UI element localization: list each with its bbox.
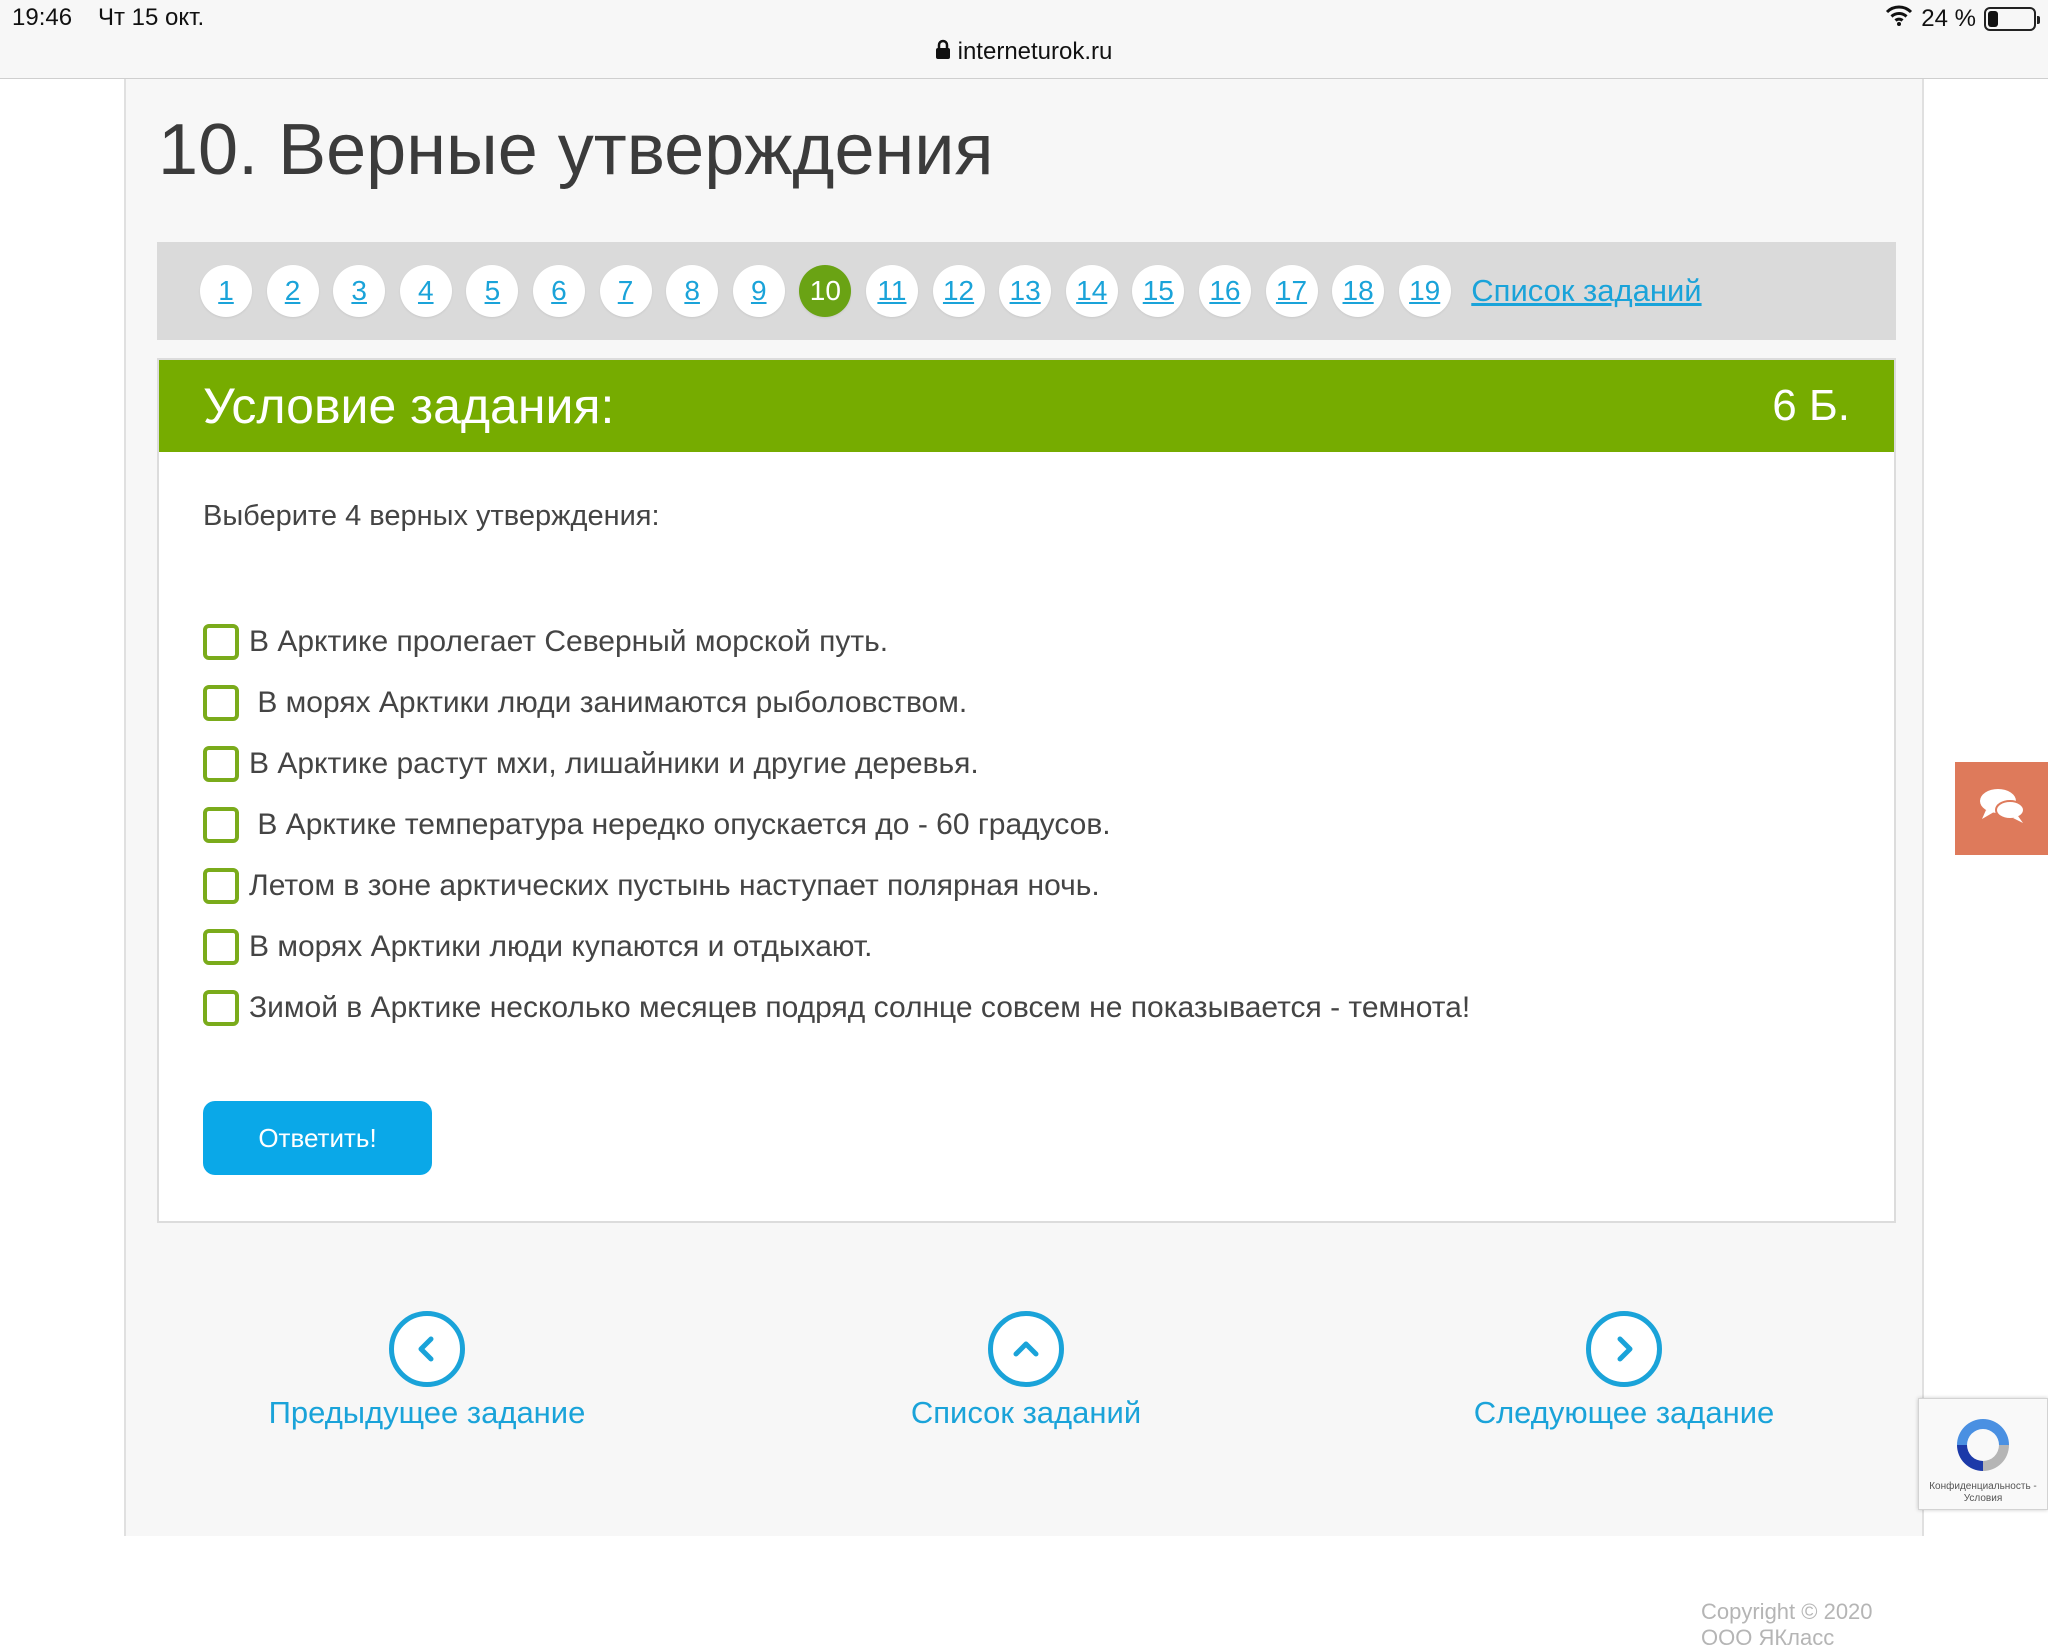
task-page-8[interactable]: 8 xyxy=(666,265,719,317)
task-page-7[interactable]: 7 xyxy=(599,265,652,317)
answer-option[interactable]: Зимой в Арктике несколько месяцев подряд… xyxy=(203,977,1470,1038)
battery-icon xyxy=(1984,6,2040,31)
answer-option-label: В морях Арктики люди занимаются рыболовс… xyxy=(249,685,968,719)
answer-checkbox[interactable] xyxy=(203,867,239,904)
next-task-link[interactable]: Следующее задание xyxy=(1424,1311,1824,1431)
task-page-9[interactable]: 9 xyxy=(732,265,785,317)
answer-option[interactable]: В Арктике температура нередко опускается… xyxy=(203,794,1470,855)
task-page-12[interactable]: 12 xyxy=(932,265,985,317)
task-list-link[interactable]: Список заданий xyxy=(1471,273,1701,309)
chevron-right-icon xyxy=(1586,1311,1662,1387)
page-content: 10. Верные утверждения 1 2 3 4 5 6 7 8 9… xyxy=(124,79,1924,1650)
answer-checkbox[interactable] xyxy=(203,623,239,660)
page-title: 10. Верные утверждения xyxy=(158,110,994,190)
answer-option[interactable]: В Арктике пролегает Северный морской пут… xyxy=(203,611,1470,672)
recaptcha-icon xyxy=(1951,1413,2015,1477)
answer-checkbox[interactable] xyxy=(203,806,239,843)
next-task-label: Следующее задание xyxy=(1473,1395,1775,1430)
answer-option[interactable]: В морях Арктики люди купаются и отдыхают… xyxy=(203,916,1470,977)
previous-task-label: Предыдущее задание xyxy=(268,1395,586,1430)
task-page-16[interactable]: 16 xyxy=(1198,265,1251,317)
task-page-5[interactable]: 5 xyxy=(466,265,519,317)
answer-option-label: В морях Арктики люди купаются и отдыхают… xyxy=(249,929,873,963)
url-text: interneturok.ru xyxy=(957,38,1113,65)
task-page-18[interactable]: 18 xyxy=(1332,265,1385,317)
chat-icon xyxy=(1978,786,2026,831)
answer-option[interactable]: Летом в зоне арктических пустынь наступа… xyxy=(203,855,1470,916)
task-list-bottom-label: Список заданий xyxy=(910,1395,1142,1430)
recaptcha-text: Конфиденциальность - Условия xyxy=(1929,1481,2037,1504)
answer-option-label: Летом в зоне арктических пустынь наступа… xyxy=(249,868,1100,902)
previous-task-link[interactable]: Предыдущее задание xyxy=(227,1311,627,1431)
answer-button[interactable]: Ответить! xyxy=(203,1101,432,1175)
copyright-text: Copyright © 2020 ООО ЯКласс xyxy=(1701,1599,1873,1650)
task-page-17[interactable]: 17 xyxy=(1265,265,1318,317)
task-page-19[interactable]: 19 xyxy=(1398,265,1451,317)
recaptcha-badge[interactable]: Конфиденциальность - Условия xyxy=(1918,1398,2048,1510)
task-page-6[interactable]: 6 xyxy=(532,265,585,317)
chevron-up-icon xyxy=(988,1311,1064,1387)
task-page-11[interactable]: 11 xyxy=(865,265,918,317)
task-page-2[interactable]: 2 xyxy=(266,265,319,317)
task-condition-title: Условие задания: xyxy=(203,378,615,434)
chevron-left-icon xyxy=(389,1311,465,1387)
answer-checkbox[interactable] xyxy=(203,989,239,1026)
task-pagination: 1 2 3 4 5 6 7 8 9 10 11 12 13 14 15 16 1… xyxy=(157,242,1896,340)
task-points: 6 Б. xyxy=(1772,381,1850,430)
answer-option[interactable]: В морях Арктики люди занимаются рыболовс… xyxy=(203,672,1470,733)
answer-options: В Арктике пролегает Северный морской пут… xyxy=(203,611,1470,1038)
status-indicators: 24 % xyxy=(1885,4,2040,33)
answer-checkbox[interactable] xyxy=(203,684,239,721)
task-page-3[interactable]: 3 xyxy=(333,265,386,317)
status-time: 19:46 xyxy=(12,4,73,31)
answer-option-label: Зимой в Арктике несколько месяцев подряд… xyxy=(249,990,1471,1024)
status-date: Чт 15 окт. xyxy=(98,4,205,31)
answer-checkbox[interactable] xyxy=(203,928,239,965)
chat-widget-button[interactable] xyxy=(1955,762,2048,855)
answer-option-label: В Арктике пролегает Северный морской пут… xyxy=(249,624,889,658)
lock-icon xyxy=(935,38,950,66)
status-bar: 19:46 Чт 15 окт. 24 % interneturok.ru xyxy=(0,0,2048,79)
answer-option-label: В Арктике температура нередко опускается… xyxy=(249,807,1111,841)
address-bar[interactable]: interneturok.ru xyxy=(0,38,2048,66)
answer-option[interactable]: В Арктике растут мхи, лишайники и другие… xyxy=(203,733,1470,794)
task-page-15[interactable]: 15 xyxy=(1132,265,1185,317)
task-list-bottom-link[interactable]: Список заданий xyxy=(826,1311,1226,1431)
task-page-10-active[interactable]: 10 xyxy=(799,265,852,317)
task-page-1[interactable]: 1 xyxy=(200,265,252,317)
task-instruction: Выберите 4 верных утверждения: xyxy=(203,500,660,532)
task-page-13[interactable]: 13 xyxy=(999,265,1052,317)
task-page-4[interactable]: 4 xyxy=(399,265,452,317)
task-page-14[interactable]: 14 xyxy=(1065,265,1118,317)
answer-checkbox[interactable] xyxy=(203,745,239,782)
task-panel-header: Условие задания: 6 Б. xyxy=(159,360,1894,452)
wifi-icon xyxy=(1885,4,1913,33)
task-panel: Условие задания: 6 Б. Выберите 4 верных … xyxy=(157,358,1896,1223)
answer-option-label: В Арктике растут мхи, лишайники и другие… xyxy=(249,746,979,780)
battery-percent: 24 % xyxy=(1921,4,1976,32)
